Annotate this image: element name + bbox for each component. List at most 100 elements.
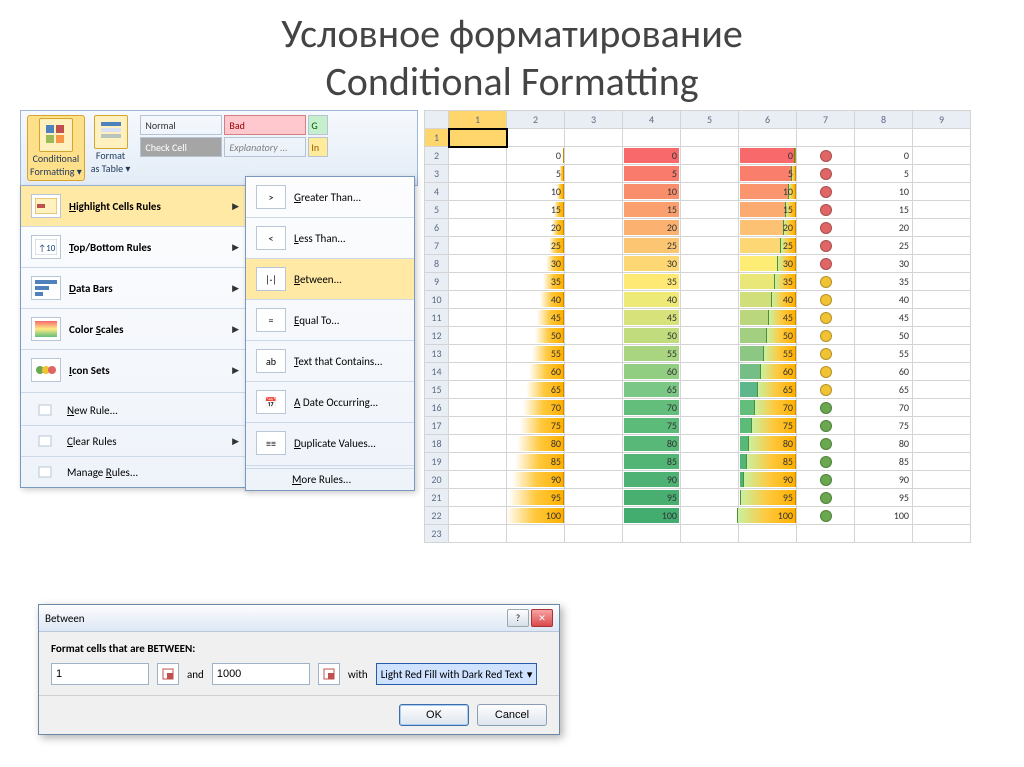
cell-value[interactable]: 85 — [855, 453, 913, 471]
cell[interactable] — [681, 417, 739, 435]
cell-databar[interactable]: 50 — [507, 327, 565, 345]
cell-colorscale-bar[interactable]: 35 — [739, 273, 797, 291]
submenu-between-[interactable]: |·|Between... — [246, 258, 414, 299]
cell[interactable] — [449, 147, 507, 165]
cell-colorscale[interactable]: 35 — [623, 273, 681, 291]
row-header[interactable]: 10 — [425, 291, 449, 309]
cell-icon[interactable] — [797, 255, 855, 273]
menu-manage-rules-[interactable]: Manage Rules... — [21, 456, 249, 487]
submenu-equal-to-[interactable]: =Equal To... — [246, 299, 414, 340]
cell[interactable] — [565, 471, 623, 489]
cell-icon[interactable] — [797, 219, 855, 237]
cell[interactable] — [681, 165, 739, 183]
cell-colorscale-bar[interactable]: 30 — [739, 255, 797, 273]
cell-colorscale-bar[interactable]: 60 — [739, 363, 797, 381]
style-input[interactable]: In — [308, 137, 328, 157]
row-header[interactable]: 17 — [425, 417, 449, 435]
cell[interactable] — [681, 363, 739, 381]
cell[interactable] — [913, 255, 971, 273]
cell-value[interactable]: 35 — [855, 273, 913, 291]
cell-colorscale-bar[interactable]: 40 — [739, 291, 797, 309]
cell-databar[interactable]: 20 — [507, 219, 565, 237]
cell-colorscale-bar[interactable]: 65 — [739, 381, 797, 399]
cell-colorscale[interactable]: 95 — [623, 489, 681, 507]
between-to-input[interactable] — [212, 663, 310, 685]
ok-button[interactable]: OK — [399, 704, 469, 726]
cell-databar[interactable]: 40 — [507, 291, 565, 309]
cell[interactable] — [565, 165, 623, 183]
cell-icon[interactable] — [797, 453, 855, 471]
row-header[interactable]: 19 — [425, 453, 449, 471]
cell-colorscale-bar[interactable]: 45 — [739, 309, 797, 327]
cell[interactable] — [681, 183, 739, 201]
cell-value[interactable]: 10 — [855, 183, 913, 201]
cell[interactable] — [565, 129, 623, 147]
cell[interactable] — [681, 309, 739, 327]
cell[interactable] — [913, 345, 971, 363]
cell-colorscale-bar[interactable]: 90 — [739, 471, 797, 489]
cell[interactable] — [681, 219, 739, 237]
cell-icon[interactable] — [797, 201, 855, 219]
close-icon[interactable]: ✕ — [531, 609, 553, 627]
style-good[interactable]: G — [308, 115, 328, 135]
cell[interactable] — [913, 273, 971, 291]
row-header[interactable]: 14 — [425, 363, 449, 381]
cell[interactable] — [681, 453, 739, 471]
cell-value[interactable]: 30 — [855, 255, 913, 273]
cell[interactable] — [913, 363, 971, 381]
cell-icon[interactable] — [797, 489, 855, 507]
cell[interactable] — [449, 489, 507, 507]
cell[interactable] — [913, 417, 971, 435]
conditional-formatting-button[interactable]: Conditional Formatting ▾ — [27, 115, 85, 181]
cell-colorscale[interactable]: 20 — [623, 219, 681, 237]
format-as-table-button[interactable]: Format as Table ▾ — [91, 115, 131, 175]
cell[interactable] — [565, 453, 623, 471]
cell-databar[interactable]: 55 — [507, 345, 565, 363]
cell-icon[interactable] — [797, 237, 855, 255]
cell[interactable] — [797, 129, 855, 147]
cell-colorscale[interactable]: 0 — [623, 147, 681, 165]
cell[interactable] — [681, 525, 739, 543]
cell-databar[interactable]: 80 — [507, 435, 565, 453]
cell[interactable] — [739, 129, 797, 147]
cell-value[interactable]: 40 — [855, 291, 913, 309]
cell-databar[interactable]: 90 — [507, 471, 565, 489]
cell[interactable] — [565, 201, 623, 219]
cell-value[interactable]: 80 — [855, 435, 913, 453]
row-header[interactable]: 23 — [425, 525, 449, 543]
cell[interactable] — [565, 219, 623, 237]
row-header[interactable]: 13 — [425, 345, 449, 363]
cell-icon[interactable] — [797, 345, 855, 363]
cell[interactable] — [623, 525, 681, 543]
cell[interactable] — [565, 147, 623, 165]
cell[interactable] — [681, 327, 739, 345]
cell[interactable] — [565, 255, 623, 273]
cell[interactable] — [449, 291, 507, 309]
format-preset-select[interactable]: Light Red Fill with Dark Red Text▾ — [376, 663, 538, 685]
cell-colorscale[interactable]: 90 — [623, 471, 681, 489]
cell[interactable] — [449, 183, 507, 201]
cell[interactable] — [565, 183, 623, 201]
cell[interactable] — [681, 507, 739, 525]
row-header[interactable]: 1 — [425, 129, 449, 147]
cell[interactable] — [681, 489, 739, 507]
row-header[interactable]: 18 — [425, 435, 449, 453]
cell[interactable] — [681, 147, 739, 165]
cell[interactable] — [565, 345, 623, 363]
cell[interactable] — [565, 273, 623, 291]
row-header[interactable]: 20 — [425, 471, 449, 489]
cell-icon[interactable] — [797, 291, 855, 309]
cell[interactable] — [449, 381, 507, 399]
cell-databar[interactable]: 100 — [507, 507, 565, 525]
cell[interactable] — [855, 129, 913, 147]
cell-colorscale-bar[interactable]: 70 — [739, 399, 797, 417]
cell[interactable] — [681, 237, 739, 255]
cell-value[interactable]: 60 — [855, 363, 913, 381]
cell[interactable] — [565, 363, 623, 381]
col-header[interactable]: 8 — [855, 111, 913, 129]
cell-value[interactable]: 15 — [855, 201, 913, 219]
cell-databar[interactable]: 95 — [507, 489, 565, 507]
cell-icon[interactable] — [797, 471, 855, 489]
cell-value[interactable]: 5 — [855, 165, 913, 183]
col-header[interactable]: 1 — [449, 111, 507, 129]
